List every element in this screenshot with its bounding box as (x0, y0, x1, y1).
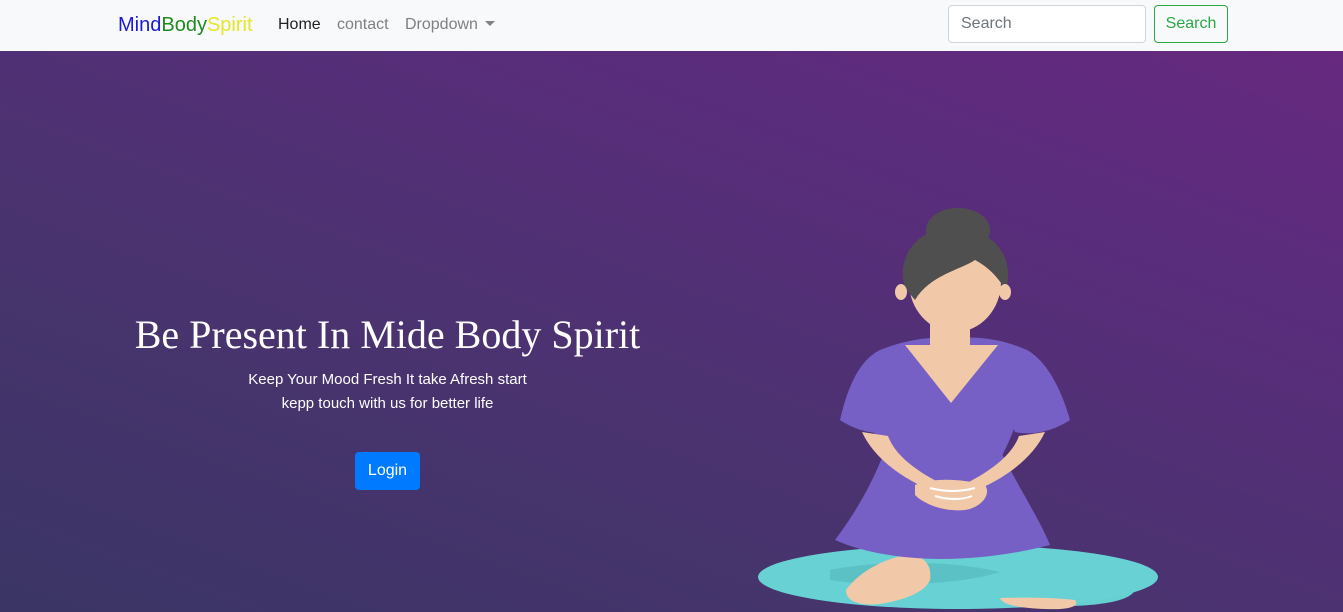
nav-dropdown-label: Dropdown (405, 16, 478, 33)
hero-title: Be Present In Mide Body Spirit (134, 312, 641, 357)
brand-part-mind: Mind (118, 14, 162, 36)
brand-part-body: Body (161, 14, 207, 36)
login-button[interactable]: Login (355, 452, 420, 490)
hero-text-block: Be Present In Mide Body Spirit Keep Your… (0, 51, 775, 612)
meditating-woman-illustration (758, 208, 1158, 610)
nav-dropdown-toggle[interactable]: Dropdown (405, 15, 495, 35)
search-button[interactable]: Search (1154, 5, 1228, 43)
brand-part-spirit: Spirit (206, 14, 253, 36)
nav-link-contact[interactable]: contact (337, 15, 389, 35)
brand-logo[interactable]: MindBodySpirit (118, 13, 253, 37)
search-input[interactable] (948, 5, 1146, 43)
caret-down-icon (484, 21, 495, 26)
navbar: MindBodySpirit Home contact Dropdown Sea… (0, 0, 1343, 51)
hero-subtitle-line-2: kepp touch with us for better life (281, 395, 494, 412)
hero-section: Be Present In Mide Body Spirit Keep Your… (0, 51, 1343, 612)
hero-subtitle-line-1: Keep Your Mood Fresh It take Afresh star… (248, 371, 527, 388)
nav-link-home[interactable]: Home (278, 15, 321, 35)
